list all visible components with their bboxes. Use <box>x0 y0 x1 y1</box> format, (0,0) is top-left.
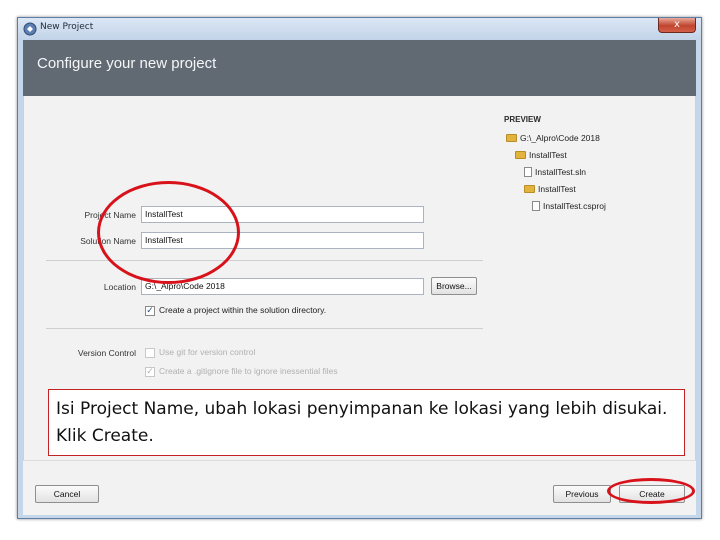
dialog-header: Configure your new project <box>23 40 696 96</box>
preview-title: PREVIEW <box>504 115 541 124</box>
create-dir-checkbox[interactable]: ✓ <box>145 306 155 316</box>
tree-item: G:\_Alpro\Code 2018 <box>506 131 600 145</box>
title-bar: New Project x <box>18 18 701 40</box>
project-name-label: Project Name <box>84 210 137 220</box>
tree-item: InstallTest.sln <box>524 165 586 179</box>
folder-icon <box>515 150 526 159</box>
tree-item: InstallTest.csproj <box>532 199 606 213</box>
page-title: Configure your new project <box>37 55 217 72</box>
file-icon <box>532 200 540 211</box>
solution-name-label: Solution Name <box>80 236 136 246</box>
version-control-label: Version Control <box>77 348 136 358</box>
solution-name-input[interactable]: InstallTest <box>141 232 424 249</box>
project-name-input[interactable]: InstallTest <box>141 206 424 223</box>
window-title: New Project <box>40 22 94 32</box>
slide: New Project x Configure your new project… <box>0 0 720 540</box>
use-git-label: Use git for version control <box>159 347 256 357</box>
previous-button[interactable]: Previous <box>553 485 611 503</box>
browse-button[interactable]: Browse... <box>431 277 477 295</box>
tree-item: InstallTest <box>524 182 576 196</box>
tree-item-label: InstallTest.csproj <box>543 201 606 211</box>
gitignore-checkbox[interactable]: ✓ <box>145 367 155 377</box>
visual-studio-icon <box>23 22 37 36</box>
tree-item-label: G:\_Alpro\Code 2018 <box>520 133 600 143</box>
cancel-button[interactable]: Cancel <box>35 485 99 503</box>
gitignore-label: Create a .gitignore file to ignore iness… <box>159 366 338 376</box>
tree-item: InstallTest <box>515 148 567 162</box>
location-input[interactable]: G:\_Alpro\Code 2018 <box>141 278 424 295</box>
folder-icon <box>506 133 517 142</box>
tree-item-label: InstallTest <box>538 184 576 194</box>
create-button[interactable]: Create <box>619 485 685 503</box>
use-git-checkbox[interactable] <box>145 348 155 358</box>
tree-item-label: InstallTest.sln <box>535 167 587 177</box>
location-label: Location <box>103 282 136 292</box>
file-icon <box>524 166 532 177</box>
close-button[interactable]: x <box>658 18 696 33</box>
folder-icon <box>524 184 535 193</box>
dialog-footer: Cancel Previous Create <box>23 460 696 515</box>
annotation-box: Isi Project Name, ubah lokasi penyimpana… <box>48 389 685 456</box>
annotation-text: Isi Project Name, ubah lokasi penyimpana… <box>56 399 668 446</box>
divider <box>46 328 483 329</box>
create-dir-label: Create a project within the solution dir… <box>159 305 327 315</box>
divider <box>46 260 483 261</box>
tree-item-label: InstallTest <box>529 150 567 160</box>
